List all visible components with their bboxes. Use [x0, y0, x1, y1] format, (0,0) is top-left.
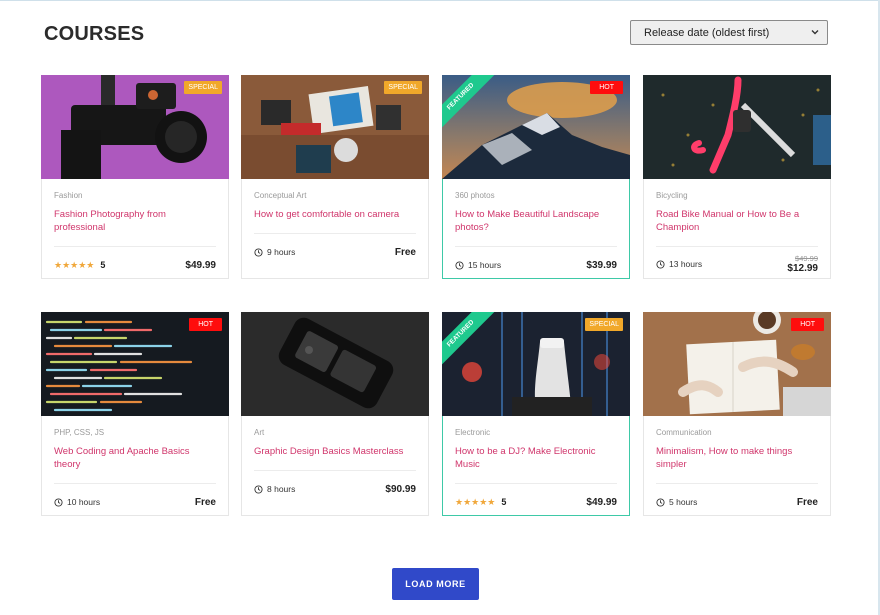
course-title[interactable]: How to be a DJ? Make Electronic Music — [455, 445, 619, 471]
course-footer: 5 hours Free — [656, 494, 818, 510]
special-badge: SPECIAL — [384, 81, 422, 94]
page-title: COURSES — [44, 23, 145, 45]
duration-label: 5 hours — [669, 497, 698, 507]
divider — [656, 246, 818, 247]
course-thumbnail[interactable]: HOT — [41, 312, 229, 416]
course-footer: 10 hours Free — [54, 494, 216, 510]
rating-value: 5 — [501, 497, 507, 507]
course-duration: 13 hours — [656, 259, 702, 269]
course-title[interactable]: Graphic Design Basics Masterclass — [254, 445, 418, 458]
course-card[interactable]: SPECIAL Fashion Fashion Photography from… — [41, 75, 229, 279]
course-footer: 9 hours Free — [254, 244, 416, 260]
course-category: PHP, CSS, JS — [54, 428, 105, 437]
course-card[interactable]: FEATURED HOT 360 photos How to Make Beau… — [442, 75, 630, 279]
course-price: Free — [394, 246, 416, 258]
course-thumbnail[interactable]: SPECIAL — [241, 75, 429, 179]
course-price: $12.99 — [787, 262, 818, 274]
course-price: Free — [796, 496, 818, 508]
course-thumbnail[interactable] — [643, 75, 831, 179]
duration-label: 10 hours — [67, 497, 101, 507]
course-title[interactable]: How to Make Beautiful Landscape photos? — [455, 208, 619, 234]
course-category: Conceptual Art — [254, 191, 307, 200]
sort-select[interactable]: Release date (oldest first) — [630, 20, 828, 45]
course-rating: ★★★★★ 5 — [455, 497, 506, 508]
special-badge: SPECIAL — [585, 318, 623, 331]
divider — [455, 246, 617, 247]
course-category: Communication — [656, 428, 712, 437]
hot-badge: HOT — [189, 318, 222, 331]
course-thumbnail[interactable]: SPECIAL — [41, 75, 229, 179]
course-card[interactable]: HOT Communication Minimalism, How to mak… — [643, 312, 831, 516]
hot-badge: HOT — [590, 81, 623, 94]
star-rating-icons: ★★★★★ — [455, 496, 496, 507]
load-more-button[interactable]: LOAD MORE — [392, 568, 479, 600]
course-footer: ★★★★★ 5 $49.99 — [54, 257, 216, 273]
course-footer: 13 hours $49.99 $12.99 — [656, 254, 818, 274]
course-card[interactable]: Art Graphic Design Basics Masterclass 8 … — [241, 312, 429, 516]
divider — [254, 470, 416, 471]
duration-label: 15 hours — [468, 260, 502, 270]
clock-icon — [254, 484, 263, 494]
duration-label: 9 hours — [267, 247, 296, 257]
course-duration: 15 hours — [455, 260, 501, 270]
course-price: $39.99 — [586, 259, 617, 271]
course-duration: 9 hours — [254, 247, 295, 257]
course-price: Free — [194, 496, 216, 508]
course-title[interactable]: Road Bike Manual or How to Be a Champion — [656, 208, 820, 234]
divider — [254, 233, 416, 234]
course-rating: ★★★★★ 5 — [54, 260, 105, 271]
course-title[interactable]: Minimalism, How to make things simpler — [656, 445, 820, 471]
course-price-group: $49.99 $12.99 — [787, 253, 818, 274]
duration-label: 13 hours — [669, 259, 703, 269]
divider — [656, 483, 818, 484]
course-price: $49.99 — [586, 496, 617, 508]
hot-badge: HOT — [791, 318, 824, 331]
course-category: Fashion — [54, 191, 83, 200]
course-thumbnail[interactable]: FEATURED HOT — [442, 75, 630, 179]
course-footer: ★★★★★ 5 $49.99 — [455, 494, 617, 510]
course-footer: 15 hours $39.99 — [455, 257, 617, 273]
course-duration: 5 hours — [656, 497, 697, 507]
course-card[interactable]: Bicycling Road Bike Manual or How to Be … — [643, 75, 831, 279]
clock-icon — [455, 260, 464, 270]
course-title[interactable]: Web Coding and Apache Basics theory — [54, 445, 218, 471]
course-thumbnail[interactable]: FEATURED SPECIAL — [442, 312, 630, 416]
course-card[interactable]: SPECIAL Conceptual Art How to get comfor… — [241, 75, 429, 279]
course-card[interactable]: FEATURED SPECIAL Electronic How to be a … — [442, 312, 630, 516]
course-duration: 8 hours — [254, 484, 295, 494]
course-old-price: $49.99 — [795, 253, 818, 263]
clock-icon — [254, 247, 263, 257]
top-border — [0, 0, 880, 1]
special-badge: SPECIAL — [184, 81, 222, 94]
duration-label: 8 hours — [267, 484, 296, 494]
course-duration: 10 hours — [54, 497, 100, 507]
course-price: $49.99 — [185, 259, 216, 271]
course-footer: 8 hours $90.99 — [254, 481, 416, 497]
star-rating-icons: ★★★★★ — [54, 259, 95, 270]
course-thumbnail[interactable] — [241, 312, 429, 416]
course-price: $90.99 — [385, 483, 416, 495]
course-card[interactable]: HOT PHP, CSS, JS Web Coding and Apache B… — [41, 312, 229, 516]
clock-icon — [656, 497, 665, 507]
rating-value: 5 — [100, 260, 106, 270]
course-category: Electronic — [455, 428, 491, 437]
chevron-down-icon — [811, 30, 819, 35]
divider — [54, 246, 216, 247]
course-title[interactable]: Fashion Photography from professional — [54, 208, 218, 234]
course-category: 360 photos — [455, 191, 495, 200]
sort-selected-value: Release date (oldest first) — [644, 26, 770, 39]
divider — [455, 483, 617, 484]
clock-icon — [656, 259, 665, 269]
course-category: Art — [254, 428, 265, 437]
divider — [54, 483, 216, 484]
course-category: Bicycling — [656, 191, 688, 200]
clock-icon — [54, 497, 63, 507]
course-thumbnail[interactable]: HOT — [643, 312, 831, 416]
course-title[interactable]: How to get comfortable on camera — [254, 208, 418, 221]
